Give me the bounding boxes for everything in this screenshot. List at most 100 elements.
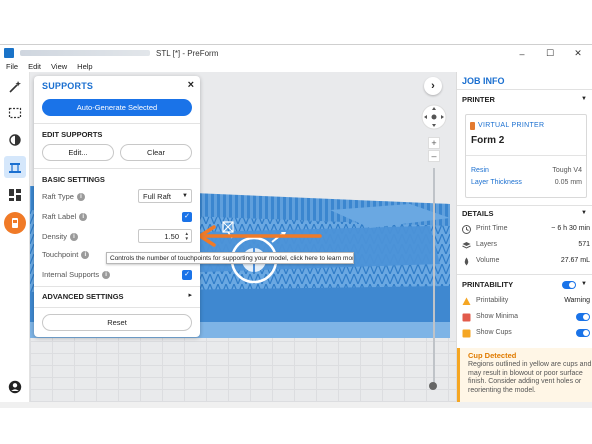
show-cups-label: Show Cups	[476, 329, 512, 336]
selection-box-icon	[8, 107, 22, 119]
checkmark-icon: ✓	[184, 271, 190, 278]
page-margin	[0, 408, 592, 444]
details-heading[interactable]: DETAILS	[462, 209, 494, 218]
cup-icon	[462, 329, 471, 338]
printer-icon	[470, 122, 475, 130]
zoom-out-button[interactable]: –	[428, 150, 440, 162]
orientation-icon	[9, 134, 21, 146]
info-icon[interactable]: i	[79, 213, 88, 222]
account-button[interactable]	[4, 376, 26, 398]
touchpoint-row: Touchpoint i	[42, 250, 90, 260]
window-title: STL [*] - PreForm	[156, 48, 219, 58]
supports-panel: SUPPORTS × Auto-Generate Selected EDIT S…	[34, 76, 200, 337]
preform-app-icon	[4, 48, 14, 58]
show-cups-toggle[interactable]	[576, 329, 590, 337]
chevron-down-icon[interactable]: ▼	[581, 96, 587, 102]
menu-help[interactable]: Help	[77, 62, 92, 71]
user-avatar-icon	[8, 380, 22, 394]
resin-value: Tough V4	[552, 167, 582, 174]
show-minima-row: Show Minima	[462, 312, 590, 324]
magic-wand-icon	[9, 81, 21, 93]
job-info-title: JOB INFO	[462, 76, 505, 86]
info-icon[interactable]: i	[76, 193, 85, 202]
printer-card[interactable]: VIRTUAL PRINTER Form 2 Resin Tough V4 La…	[465, 114, 587, 198]
divider	[34, 168, 200, 169]
show-cups-row: Show Cups	[462, 328, 590, 340]
select-box-tool[interactable]	[4, 102, 26, 124]
info-icon[interactable]: i	[70, 233, 79, 242]
auto-generate-selected-button[interactable]: Auto-Generate Selected	[42, 99, 192, 116]
divider	[457, 274, 592, 275]
cup-detected-text: Regions outlined in yellow are cups and …	[468, 361, 592, 394]
menu-file[interactable]: File	[6, 62, 18, 71]
layers-label: Layers	[476, 241, 498, 248]
show-minima-label: Show Minima	[476, 313, 519, 320]
raft-type-row: Raft Type i	[42, 192, 85, 202]
warning-icon	[462, 297, 471, 305]
internal-supports-checkbox[interactable]: ✓	[182, 270, 192, 280]
minima-icon	[462, 313, 471, 322]
title-filename-blurred	[20, 50, 150, 56]
print-time-value: ~ 6 h 30 min	[551, 225, 590, 232]
magic-wand-tool[interactable]	[4, 76, 26, 98]
menu-view[interactable]: View	[51, 62, 67, 71]
orientation-tool[interactable]	[4, 129, 26, 151]
info-icon[interactable]: i	[102, 271, 111, 280]
job-info-panel: JOB INFO PRINTER ▼ VIRTUAL PRINTER Form …	[456, 72, 592, 402]
menu-edit[interactable]: Edit	[28, 62, 41, 71]
raft-label-checkbox[interactable]: ✓	[182, 212, 192, 222]
zoom-slider-track[interactable]	[433, 168, 435, 386]
density-stepper[interactable]: 1.50 ▲ ▼	[138, 229, 192, 243]
density-value: 1.50	[164, 231, 179, 241]
divider	[34, 123, 200, 124]
clock-icon	[462, 225, 471, 234]
layers-row: Layers 571	[462, 240, 590, 252]
printability-row: Printability Warning	[462, 296, 590, 308]
minus-icon: –	[431, 151, 437, 161]
clear-supports-button[interactable]: Clear	[120, 144, 192, 161]
camera-navigation-pad[interactable]	[421, 104, 447, 130]
maximize-button[interactable]: ☐	[536, 45, 564, 62]
edit-supports-button[interactable]: Edit...	[42, 144, 114, 161]
print-time-row: Print Time ~ 6 h 30 min	[462, 224, 590, 236]
divider	[466, 155, 586, 156]
menu-bar: File Edit View Help	[0, 61, 592, 72]
reset-button[interactable]: Reset	[42, 314, 192, 331]
raft-type-label: Raft Type	[42, 192, 74, 201]
plus-icon: +	[431, 138, 437, 148]
chevron-down-icon[interactable]: ▼	[581, 210, 587, 216]
stepper-arrows-icon[interactable]: ▲ ▼	[185, 231, 189, 241]
divider	[34, 307, 200, 308]
zoom-slider-handle[interactable]	[429, 382, 437, 390]
layout-tool[interactable]	[4, 184, 26, 206]
layout-grid-icon	[9, 189, 21, 201]
volume-row: Volume 27.67 mL	[462, 256, 590, 268]
chevron-right-icon[interactable]: ▸	[188, 291, 192, 299]
close-window-button[interactable]: ✕	[564, 45, 592, 62]
touchpoint-tooltip[interactable]: Controls the number of touchpoints for s…	[106, 252, 354, 264]
divider	[457, 89, 592, 90]
printer-icon	[12, 218, 18, 228]
chevron-down-icon[interactable]: ▼	[581, 281, 587, 287]
printability-heading[interactable]: PRINTABILITY	[462, 280, 513, 289]
close-panel-button[interactable]: ×	[188, 79, 194, 91]
layer-thickness-value: 0.05 mm	[554, 179, 582, 186]
show-minima-toggle[interactable]	[576, 313, 590, 321]
printer-tool[interactable]	[4, 212, 26, 234]
volume-value: 27.67 mL	[560, 257, 590, 264]
printer-heading[interactable]: PRINTER	[462, 95, 495, 104]
basic-settings-heading: BASIC SETTINGS	[42, 175, 105, 184]
info-icon[interactable]: i	[81, 251, 90, 260]
supports-tool[interactable]	[4, 156, 26, 178]
zoom-in-button[interactable]: +	[428, 137, 440, 149]
cup-detected-alert: Cup Detected Regions outlined in yellow …	[457, 348, 592, 402]
next-step-button[interactable]: ›	[424, 77, 442, 95]
layers-value: 571	[578, 241, 590, 248]
checkmark-icon: ✓	[184, 213, 190, 220]
advanced-settings-heading[interactable]: ADVANCED SETTINGS	[42, 292, 124, 301]
minimize-button[interactable]: –	[508, 45, 536, 62]
supports-panel-title: SUPPORTS	[42, 81, 94, 91]
printability-toggle[interactable]	[562, 281, 576, 289]
raft-type-select[interactable]: Full Raft ▼	[138, 189, 192, 203]
edit-supports-heading: EDIT SUPPORTS	[42, 130, 103, 139]
